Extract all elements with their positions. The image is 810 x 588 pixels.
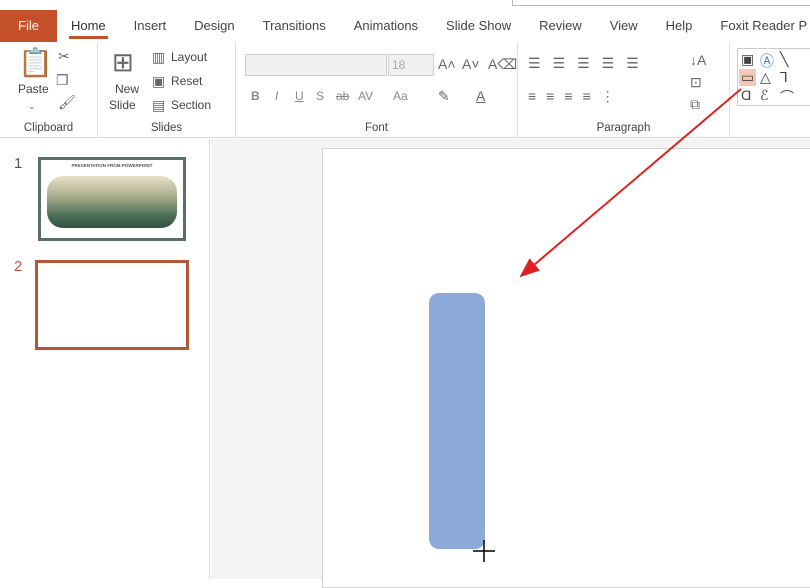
underline-button[interactable]: U [295, 89, 304, 103]
copy-icon[interactable]: ❐ [56, 72, 69, 88]
shadow-button[interactable]: S [316, 89, 324, 103]
section-icon: ▤ [152, 97, 166, 113]
new-slide-button[interactable]: Slide [109, 98, 136, 112]
tab-home[interactable]: Home [57, 10, 120, 42]
change-case-button[interactable]: Aa [393, 89, 408, 103]
increase-font-icon[interactable]: A˄ [438, 56, 456, 72]
slides-label: Slides [150, 122, 183, 134]
smartart-icon[interactable]: ⧉ [690, 96, 700, 112]
rectangle-shape[interactable] [429, 293, 485, 549]
clipboard-label: Clipboard [23, 122, 74, 134]
textbox-a-icon[interactable]: Ⓐ [760, 51, 774, 71]
clear-format-icon[interactable]: A⌫ [488, 56, 517, 72]
tab-slide-show[interactable]: Slide Show [432, 10, 525, 42]
bold-button[interactable]: B [251, 89, 260, 103]
list-icons[interactable]: ☰☰☰☰☰ [528, 55, 651, 71]
connector-shape-icon[interactable]: ⅂ [780, 69, 788, 86]
reset-button[interactable]: Reset [171, 74, 202, 88]
rectangle-shape-icon[interactable]: ▭ [739, 69, 757, 86]
tab-file[interactable]: File [0, 10, 57, 42]
layout-button[interactable]: Layout [171, 50, 207, 64]
highlight-icon[interactable]: ✎ [438, 88, 450, 104]
reset-icon: ▣ [152, 73, 166, 89]
tab-transitions[interactable]: Transitions [249, 10, 340, 42]
tab-foxit[interactable]: Foxit Reader P [706, 10, 810, 42]
search-box[interactable] [512, 0, 810, 6]
slides-group: ⊞ New Slide ▥ Layout ▣ Reset ▤ Section S… [98, 42, 236, 138]
scribble-shape-icon[interactable]: ℰ [760, 87, 768, 104]
slide-canvas[interactable] [322, 148, 810, 588]
format-painter-icon[interactable]: 🖌 [58, 94, 76, 110]
section-button[interactable]: Section [171, 98, 211, 112]
triangle-shape-icon[interactable]: △ [760, 69, 771, 86]
ribbon-tabs: File Home Insert Design Transitions Anim… [0, 10, 810, 42]
tab-animations[interactable]: Animations [340, 10, 432, 42]
font-size-dropdown[interactable]: 18 [388, 54, 434, 76]
arc-shape-icon[interactable]: ⌒ [780, 87, 794, 107]
paste-button[interactable]: Paste [18, 82, 49, 96]
new-slide-icon[interactable]: ⊞ [112, 48, 134, 76]
forest-image [47, 176, 177, 228]
thumbnail-title: PRESENTATION FROM POWERPOINT [71, 163, 153, 168]
paragraph-label: Paragraph [596, 122, 651, 134]
new-slide-label[interactable]: New [115, 82, 139, 96]
tab-design[interactable]: Design [180, 10, 248, 42]
clipboard-group: 📋 Paste ⌄ ✂ ❐ 🖌 Clipboard [0, 42, 98, 138]
cut-icon[interactable]: ✂ [58, 48, 70, 64]
decrease-font-icon[interactable]: A˅ [462, 56, 480, 72]
chevron-down-icon[interactable]: ⌄ [28, 98, 36, 114]
strikethrough-button[interactable]: ab [336, 89, 349, 103]
tab-insert[interactable]: Insert [120, 10, 181, 42]
slide-number: 1 [14, 155, 23, 172]
character-spacing-button[interactable]: AV [358, 89, 373, 103]
text-direction-icon[interactable]: ↓A [690, 52, 706, 68]
title-bar [0, 0, 810, 10]
align-text-icon[interactable]: ⊡ [690, 74, 702, 90]
align-icons[interactable]: ≡≡≡≡⋮ [528, 88, 625, 104]
italic-button[interactable]: I [275, 89, 278, 103]
slide-thumbnail-1[interactable]: PRESENTATION FROM POWERPOINT [38, 157, 186, 241]
font-name-dropdown[interactable] [245, 54, 387, 76]
slide-thumbnail-2[interactable] [35, 260, 189, 350]
layout-icon: ▥ [152, 49, 166, 65]
font-color-icon[interactable]: A [476, 88, 485, 104]
slide-number: 2 [14, 258, 23, 275]
tab-review[interactable]: Review [525, 10, 596, 42]
textbox-shape-icon[interactable]: ▣ [741, 51, 754, 68]
font-label: Font [364, 122, 388, 134]
shapes-gallery: ▣ Ⓐ ╲ ▭ △ ⅂ Ɑ ℰ ⌒ [737, 48, 810, 106]
paste-icon: 📋 [18, 47, 53, 78]
tab-view[interactable]: View [596, 10, 652, 42]
freeform-shape-icon[interactable]: Ɑ [741, 87, 751, 103]
line-shape-icon[interactable]: ╲ [780, 51, 788, 68]
tab-help[interactable]: Help [652, 10, 707, 42]
ribbon: 📋 Paste ⌄ ✂ ❐ 🖌 Clipboard ⊞ New Slide ▥ … [0, 42, 810, 138]
